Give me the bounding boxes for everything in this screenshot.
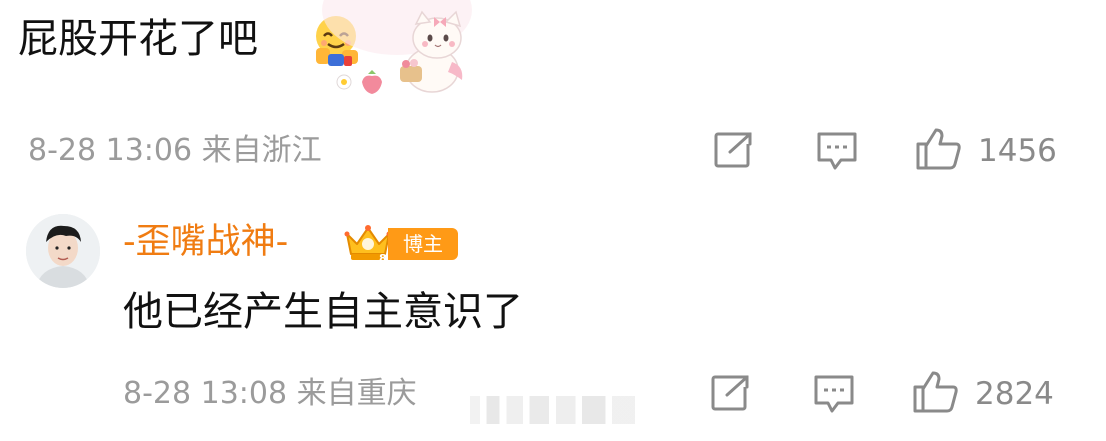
thumbs-up-icon[interactable]: [911, 369, 961, 415]
thumbs-up-icon[interactable]: [914, 126, 964, 172]
comment-2-text: 他已经产生自主意识了: [123, 289, 523, 335]
comment-1-text: 屁股开花了吧: [18, 16, 258, 62]
blurred-watermark: [470, 396, 635, 424]
crown-icon: 8: [343, 222, 393, 265]
share-icon[interactable]: [709, 373, 753, 413]
username[interactable]: -歪嘴战神-: [123, 215, 288, 269]
like-count: 1456: [978, 133, 1057, 169]
comment-1-meta: 8-28 13:06 来自浙江: [28, 133, 322, 168]
svg-text:8: 8: [379, 252, 387, 264]
comment-icon[interactable]: [815, 130, 859, 172]
comment-2-meta: 8-28 13:08 来自重庆: [123, 376, 417, 411]
comment-icon[interactable]: [812, 373, 856, 415]
kitten-sticker-icon: [322, 0, 472, 98]
like-count: 2824: [975, 376, 1054, 412]
avatar[interactable]: [26, 214, 100, 288]
share-icon[interactable]: [712, 130, 756, 170]
status-badge: 博主: [388, 228, 458, 260]
